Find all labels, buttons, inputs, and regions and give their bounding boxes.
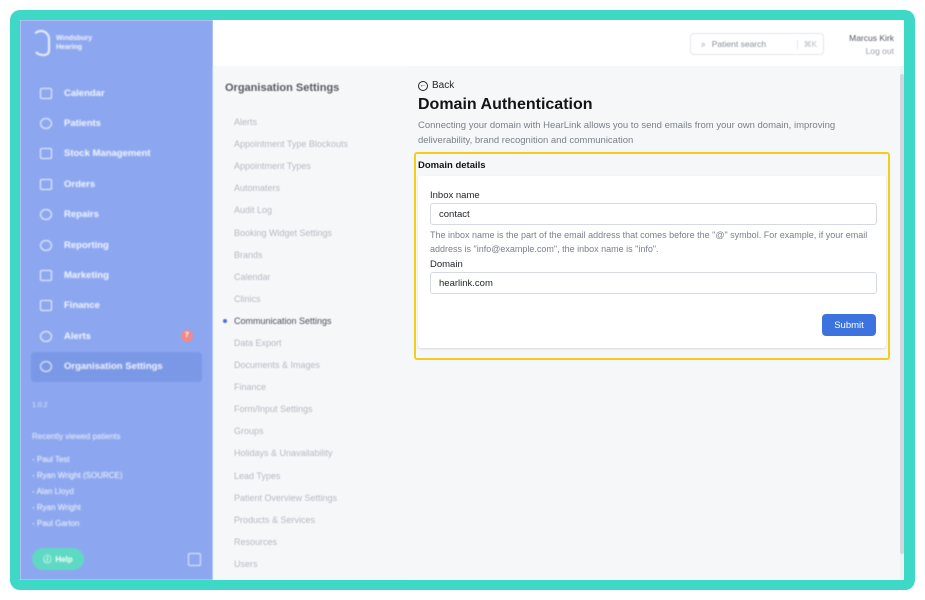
settings-item-booking-widget[interactable]: Booking Widget Settings: [234, 221, 404, 243]
settings-title: Organisation Settings: [225, 82, 340, 94]
settings-item-alerts[interactable]: Alerts: [234, 111, 404, 133]
bell-icon: [40, 330, 52, 342]
recent-patient-link[interactable]: - Ryan Wright: [32, 500, 123, 516]
page-description: Connecting your domain with HearLink all…: [418, 120, 836, 146]
wrench-icon: [40, 209, 52, 221]
sidebar-item-organisation-settings[interactable]: Organisation Settings: [31, 351, 202, 382]
settings-item-lead-types[interactable]: Lead Types: [234, 465, 404, 487]
settings-list: Alerts Appointment Type Blockouts Appoin…: [223, 111, 404, 575]
stock-icon: [40, 148, 52, 160]
domain-label: Domain: [430, 259, 463, 270]
ear-logo-icon: [32, 30, 50, 56]
settings-item-products-services[interactable]: Products & Services: [234, 509, 404, 531]
recent-patients-title: Recently viewed patients: [32, 432, 121, 441]
settings-item-brands[interactable]: Brands: [234, 244, 404, 266]
recent-patients-list: - Paul Test - Ryan Wright (SOURCE) - Ala…: [32, 452, 123, 532]
sidebar-item-label: Finance: [64, 300, 100, 312]
settings-item-appointment-types[interactable]: Appointment Types: [234, 155, 404, 177]
back-link[interactable]: ← Back: [418, 80, 454, 91]
patient-search-button[interactable]: ⌕ Patient search ⌘K: [690, 33, 824, 55]
settings-item-holidays[interactable]: Holidays & Unavailability: [234, 442, 404, 464]
collapse-sidebar-icon[interactable]: [188, 553, 201, 566]
settings-item-automaters[interactable]: Automaters: [234, 177, 404, 199]
main-scrollbar[interactable]: [900, 66, 904, 580]
calendar-icon: [40, 87, 52, 99]
app-version: 1.0.2: [32, 402, 48, 409]
sidebar-item-orders[interactable]: Orders: [20, 169, 213, 199]
help-button-label: Help: [55, 554, 73, 564]
page-title: Domain Authentication: [418, 96, 593, 113]
back-label: Back: [432, 80, 455, 91]
sidebar-item-marketing[interactable]: Marketing: [20, 260, 213, 290]
alerts-count-badge: 7: [181, 330, 193, 343]
mail-icon: [40, 270, 52, 282]
sidebar-item-label: Orders: [64, 178, 96, 190]
sidebar-item-label: Calendar: [64, 87, 105, 99]
settings-item-communication-settings[interactable]: Communication Settings: [223, 310, 404, 332]
help-circle-icon: ⓘ: [43, 554, 52, 564]
app-window: Windsbury Hearing Calendar Patients Stoc…: [20, 20, 904, 580]
sidebar-item-label: Organisation Settings: [64, 361, 163, 373]
scrollbar-thumb[interactable]: [900, 74, 904, 554]
recent-patient-link[interactable]: - Ryan Wright (SOURCE): [32, 468, 123, 484]
patients-icon: [40, 118, 52, 130]
settings-item-documents-images[interactable]: Documents & Images: [234, 354, 404, 376]
user-name: Marcus Kirk: [849, 33, 894, 43]
logout-link[interactable]: Log out: [849, 45, 894, 58]
sidebar-item-patients[interactable]: Patients: [20, 108, 213, 138]
search-placeholder: Patient search: [711, 39, 767, 49]
submit-button[interactable]: Submit: [822, 314, 876, 336]
card-icon: [40, 300, 52, 312]
gear-icon: [40, 361, 52, 373]
brand-name-line2: Hearing: [56, 44, 83, 51]
search-icon: ⌕: [701, 38, 706, 49]
sidebar-item-label: Reporting: [64, 239, 109, 251]
inbox-name-input[interactable]: [430, 203, 877, 225]
settings-item-resources[interactable]: Resources: [234, 531, 404, 553]
settings-item-clinics[interactable]: Clinics: [234, 288, 404, 310]
sidebar-item-alerts[interactable]: Alerts 7: [20, 321, 213, 351]
settings-item-users[interactable]: Users: [234, 553, 404, 575]
settings-item-patient-overview[interactable]: Patient Overview Settings: [234, 487, 404, 509]
domain-input[interactable]: [430, 272, 877, 294]
settings-item-groups[interactable]: Groups: [234, 420, 404, 442]
user-menu: Marcus Kirk Log out: [849, 32, 894, 58]
sidebar-item-repairs[interactable]: Repairs: [20, 200, 213, 230]
recent-patient-link[interactable]: - Alan Lloyd: [32, 484, 123, 500]
sidebar-item-reporting[interactable]: Reporting: [20, 230, 213, 260]
inbox-name-help: The inbox name is the part of the email …: [430, 230, 868, 254]
settings-item-appointment-type-blockouts[interactable]: Appointment Type Blockouts: [234, 133, 404, 155]
main-content: ← Back Domain Authentication Connecting …: [406, 66, 900, 580]
sidebar-item-stock-management[interactable]: Stock Management: [20, 139, 213, 169]
recent-patient-link[interactable]: - Paul Garton: [32, 516, 123, 532]
sidebar-item-label: Marketing: [64, 270, 109, 282]
settings-item-calendar[interactable]: Calendar: [234, 266, 404, 288]
search-shortcut: ⌘K: [796, 39, 817, 49]
sidebar-item-label: Alerts: [64, 330, 91, 342]
settings-item-form-input[interactable]: Form/Input Settings: [234, 398, 404, 420]
sidebar-item-finance[interactable]: Finance: [20, 291, 213, 321]
domain-details-card: Inbox name The inbox name is the part of…: [418, 176, 886, 348]
settings-menu: Organisation Settings Alerts Appointment…: [213, 66, 406, 580]
help-button[interactable]: ⓘ Help: [32, 548, 84, 570]
top-bar: ⌕ Patient search ⌘K Marcus Kirk Log out: [213, 20, 904, 66]
sidebar-item-label: Stock Management: [64, 148, 151, 160]
recent-patient-link[interactable]: - Paul Test: [32, 452, 123, 468]
settings-item-audit-log[interactable]: Audit Log: [234, 199, 404, 221]
settings-item-finance[interactable]: Finance: [234, 376, 404, 398]
chart-icon: [40, 239, 52, 251]
card-title: Domain details: [418, 160, 486, 171]
arrow-left-circle-icon: ←: [418, 80, 428, 91]
sidebar-nav: Calendar Patients Stock Management Order…: [20, 78, 213, 382]
sidebar-item-label: Repairs: [64, 209, 99, 221]
sidebar-item-calendar[interactable]: Calendar: [20, 78, 213, 108]
sidebar-item-label: Patients: [64, 118, 101, 130]
sidebar: Windsbury Hearing Calendar Patients Stoc…: [20, 20, 213, 580]
settings-item-data-export[interactable]: Data Export: [234, 332, 404, 354]
inbox-name-label: Inbox name: [430, 190, 480, 201]
brand-name-line1: Windsbury: [56, 35, 93, 42]
brand-logo[interactable]: Windsbury Hearing: [32, 30, 92, 56]
orders-icon: [40, 178, 52, 190]
